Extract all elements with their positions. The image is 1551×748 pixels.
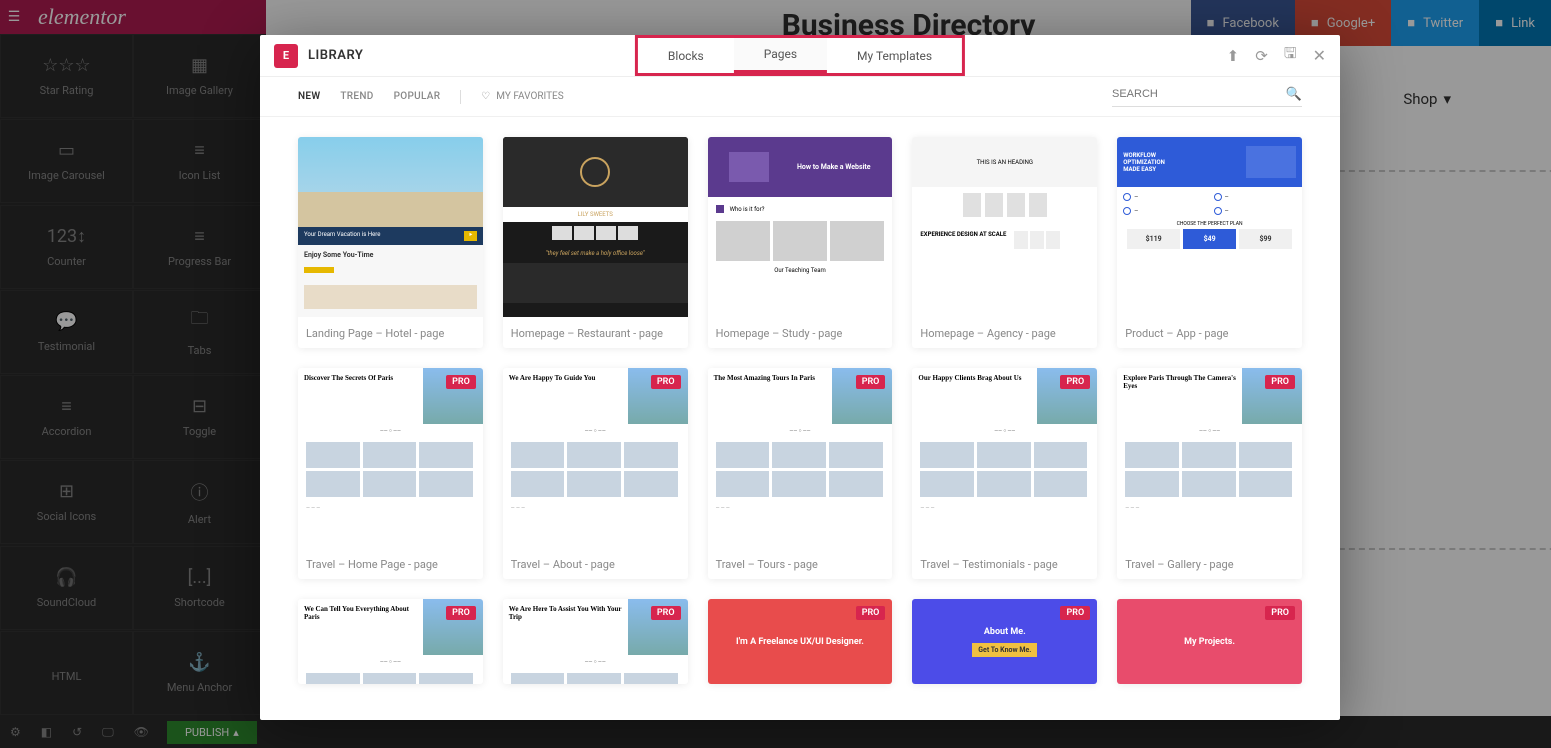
import-icon[interactable]: ⬆	[1227, 47, 1240, 65]
filter-trend[interactable]: TREND	[340, 91, 373, 102]
template-card[interactable]: Our Happy Clients Brag About Us —— ○ —— …	[912, 368, 1097, 579]
template-thumbnail: Discover The Secrets Of Paris —— ○ —— — …	[298, 368, 483, 548]
template-thumbnail: The Most Amazing Tours In Paris —— ○ —— …	[708, 368, 893, 548]
template-card[interactable]: LILY SWEETS "they feel set make a holy o…	[503, 137, 688, 348]
pro-badge: PRO	[651, 375, 681, 389]
pro-badge: PRO	[1060, 606, 1090, 620]
template-card[interactable]: I'm A Freelance UX/UI Designer. PRO	[708, 599, 893, 684]
template-title: Homepage – Study - page	[708, 317, 893, 348]
template-thumbnail: My Projects. PRO	[1117, 599, 1302, 684]
template-card[interactable]: We Are Here To Assist You With Your Trip…	[503, 599, 688, 684]
template-card[interactable]: Your Dream Vacation is Here⯈ Enjoy Some …	[298, 137, 483, 348]
template-card[interactable]: The Most Amazing Tours In Paris —— ○ —— …	[708, 368, 893, 579]
template-card[interactable]: My Projects. PRO	[1117, 599, 1302, 684]
template-thumbnail: Our Happy Clients Brag About Us —— ○ —— …	[912, 368, 1097, 548]
template-card[interactable]: We Are Happy To Guide You —— ○ —— — — — …	[503, 368, 688, 579]
search-input[interactable]	[1112, 88, 1286, 100]
pro-badge: PRO	[1265, 606, 1295, 620]
pro-badge: PRO	[856, 375, 886, 389]
filter-popular[interactable]: POPULAR	[394, 91, 441, 102]
tab-my-templates[interactable]: My Templates	[827, 38, 962, 73]
template-thumbnail: We Are Happy To Guide You —— ○ —— — — — …	[503, 368, 688, 548]
tab-blocks[interactable]: Blocks	[638, 38, 734, 73]
template-card[interactable]: Discover The Secrets Of Paris —— ○ —— — …	[298, 368, 483, 579]
template-card[interactable]: Explore Paris Through The Camera's Eyes …	[1117, 368, 1302, 579]
pro-badge: PRO	[1265, 375, 1295, 389]
pro-badge: PRO	[856, 606, 886, 620]
pro-badge: PRO	[446, 375, 476, 389]
my-favorites-button[interactable]: ♡ MY FAVORITES	[481, 91, 563, 102]
pro-badge: PRO	[651, 606, 681, 620]
template-title: Travel – Tours - page	[708, 548, 893, 579]
close-icon[interactable]: ✕	[1313, 46, 1326, 65]
template-thumbnail: About Me. Get To Know Me. PRO	[912, 599, 1097, 684]
templates-grid: Your Dream Vacation is Here⯈ Enjoy Some …	[298, 137, 1302, 684]
template-thumbnail: THIS IS AN HEADING EXPERIENCE DESIGN AT …	[912, 137, 1097, 317]
tab-pages[interactable]: Pages	[734, 38, 827, 73]
pro-badge: PRO	[1060, 375, 1090, 389]
template-title: Travel – Home Page - page	[298, 548, 483, 579]
search-box[interactable]: 🔍	[1112, 87, 1302, 107]
template-title: Travel – Gallery - page	[1117, 548, 1302, 579]
template-title: Travel – Testimonials - page	[912, 548, 1097, 579]
pro-badge: PRO	[446, 606, 476, 620]
save-icon[interactable]: 🖫	[1284, 43, 1297, 68]
template-title: Homepage – Agency - page	[912, 317, 1097, 348]
template-thumbnail: How to Make a Website Who is it for? Our…	[708, 137, 893, 317]
modal-header: E LIBRARY BlocksPagesMy Templates ⬆ ⟳ 🖫 …	[260, 35, 1340, 77]
library-modal: E LIBRARY BlocksPagesMy Templates ⬆ ⟳ 🖫 …	[260, 35, 1340, 720]
template-title: Travel – About - page	[503, 548, 688, 579]
template-title: Landing Page – Hotel - page	[298, 317, 483, 348]
search-icon: 🔍	[1286, 87, 1302, 102]
modal-toolbar: NEW TREND POPULAR ♡ MY FAVORITES 🔍	[260, 77, 1340, 117]
template-card[interactable]: THIS IS AN HEADING EXPERIENCE DESIGN AT …	[912, 137, 1097, 348]
filter-new[interactable]: NEW	[298, 91, 320, 102]
template-thumbnail: We Are Here To Assist You With Your Trip…	[503, 599, 688, 684]
template-thumbnail: I'm A Freelance UX/UI Designer. PRO	[708, 599, 893, 684]
template-card[interactable]: WORKFLOW OPTIMIZATION MADE EASY —— —— CH…	[1117, 137, 1302, 348]
template-card[interactable]: About Me. Get To Know Me. PRO	[912, 599, 1097, 684]
template-thumbnail: Your Dream Vacation is Here⯈ Enjoy Some …	[298, 137, 483, 317]
template-card[interactable]: We Can Tell You Everything About Paris —…	[298, 599, 483, 684]
heart-icon: ♡	[481, 91, 490, 102]
templates-scroll[interactable]: Your Dream Vacation is Here⯈ Enjoy Some …	[260, 117, 1340, 720]
template-thumbnail: Explore Paris Through The Camera's Eyes …	[1117, 368, 1302, 548]
template-thumbnail: LILY SWEETS "they feel set make a holy o…	[503, 137, 688, 317]
template-title: Homepage – Restaurant - page	[503, 317, 688, 348]
separator	[460, 90, 461, 104]
library-tabs: BlocksPagesMy Templates	[635, 35, 965, 76]
template-card[interactable]: How to Make a Website Who is it for? Our…	[708, 137, 893, 348]
template-title: Product – App - page	[1117, 317, 1302, 348]
elementor-icon: E	[274, 44, 298, 68]
refresh-icon[interactable]: ⟳	[1255, 47, 1268, 65]
template-thumbnail: WORKFLOW OPTIMIZATION MADE EASY —— —— CH…	[1117, 137, 1302, 317]
modal-title: LIBRARY	[308, 48, 363, 63]
template-thumbnail: We Can Tell You Everything About Paris —…	[298, 599, 483, 684]
